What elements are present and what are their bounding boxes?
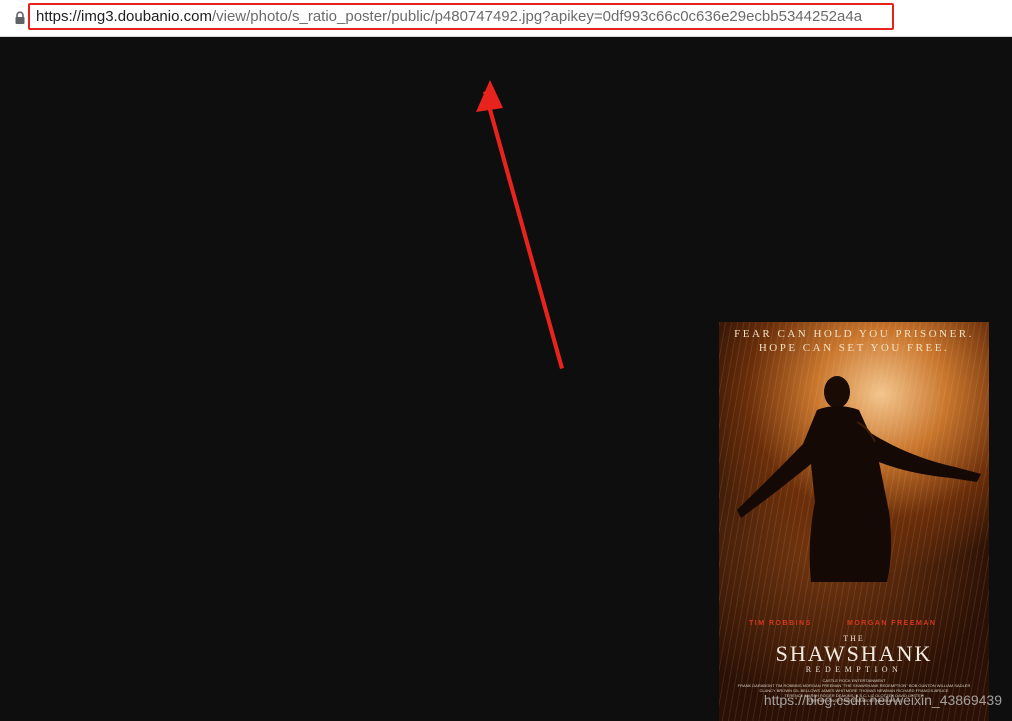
poster-subtitle: REDEMPTION [805, 665, 903, 674]
url-host: https://img3.doubanio.com [36, 8, 212, 25]
poster-tagline-1: FEAR CAN HOLD YOU PRISONER. [734, 328, 974, 340]
url-path: /view/photo/s_ratio_poster/public/p48074… [211, 8, 863, 25]
figure-silhouette [737, 376, 981, 582]
url-field[interactable]: https://img3.doubanio.com/view/photo/s_r… [28, 3, 894, 30]
lock-icon[interactable] [14, 11, 26, 25]
poster-tagline-2: HOPE CAN SET YOU FREE. [758, 342, 950, 354]
watermark-text: https://blog.csdn.net/weixin_43869439 [763, 692, 1002, 708]
poster-title: SHAWSHANK [775, 641, 933, 666]
red-arrow-icon [476, 80, 564, 369]
browser-address-bar: https://img3.doubanio.com/view/photo/s_r… [0, 0, 1012, 37]
cast-name-2: MORGAN FREEMAN [847, 620, 937, 627]
cast-name-1: TIM ROBBINS [749, 620, 812, 627]
movie-poster-image[interactable]: FEAR CAN HOLD YOU PRISONER. HOPE CAN SET… [719, 322, 989, 721]
